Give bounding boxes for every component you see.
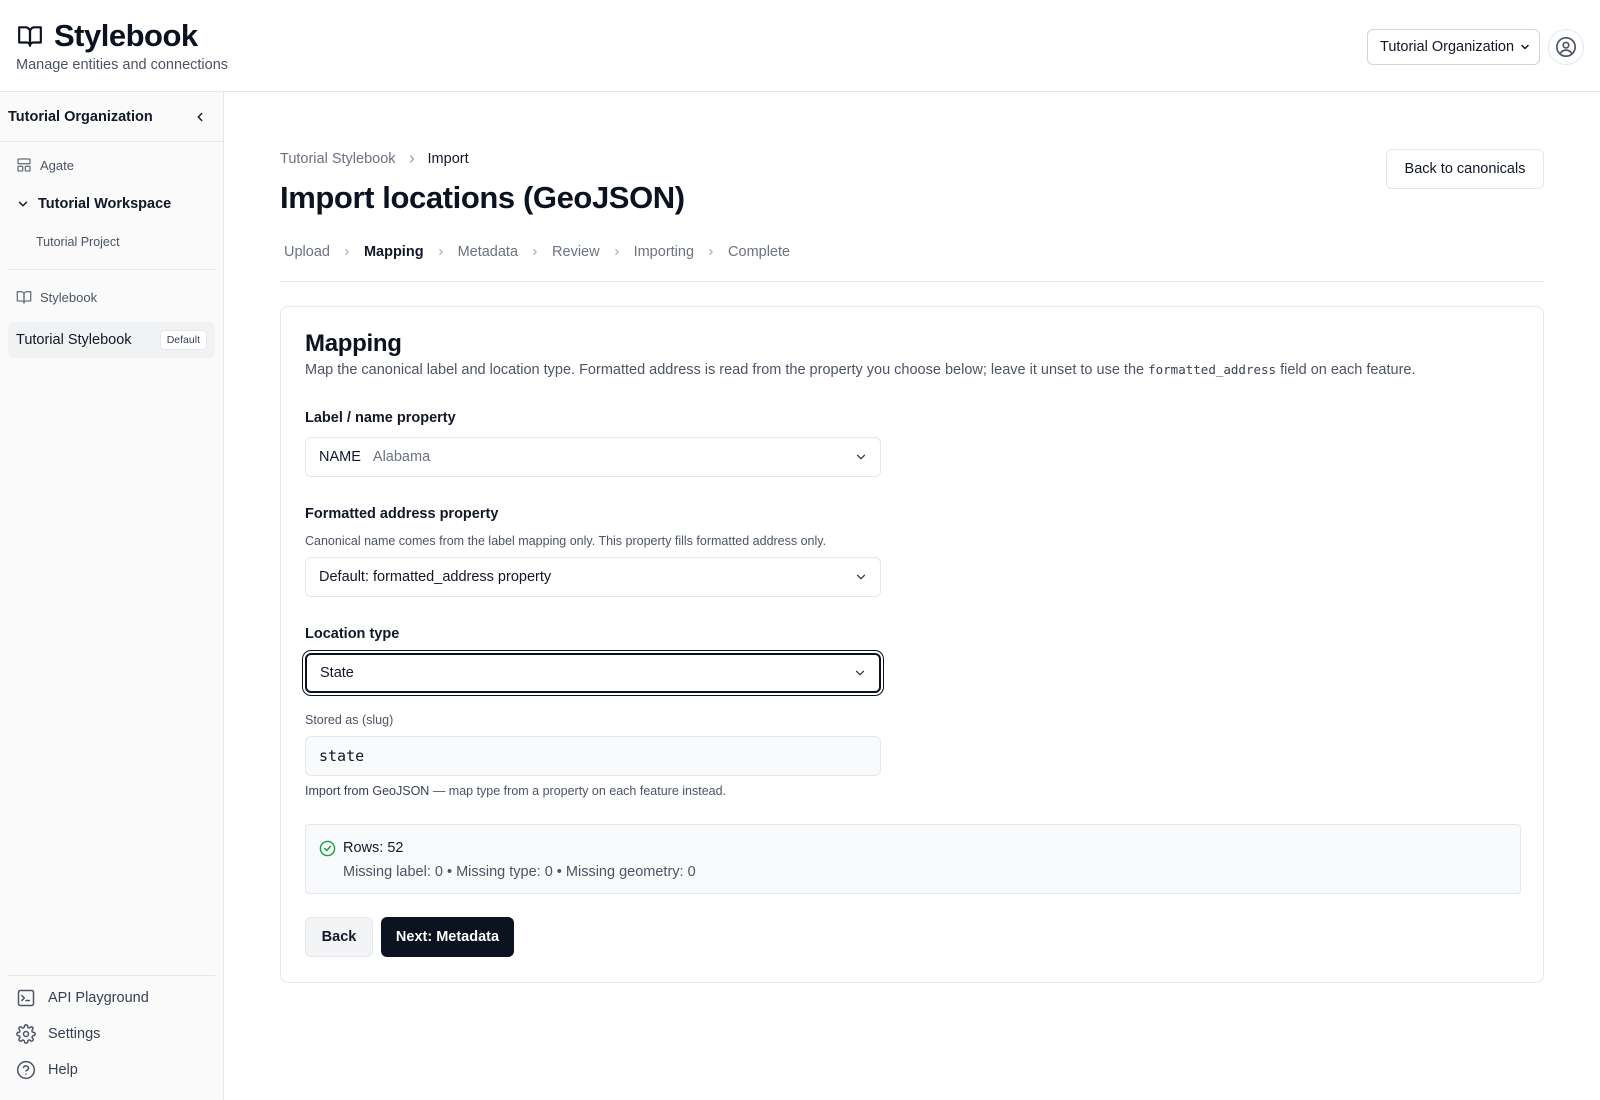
description-code: formatted_address: [1148, 362, 1277, 377]
terminal-icon: [16, 988, 36, 1008]
layout-icon: [16, 157, 32, 173]
import-geojson-link[interactable]: Import from GeoJSON: [305, 784, 429, 798]
step-importing: Importing: [633, 244, 695, 260]
breadcrumb-current: Import: [427, 151, 469, 167]
collapse-sidebar-icon[interactable]: [193, 110, 207, 124]
address-field-label: Formatted address property: [305, 506, 499, 522]
slug-field: state: [305, 736, 881, 776]
label-field-label: Label / name property: [305, 410, 456, 426]
back-to-canonicals-button[interactable]: Back to canonicals: [1386, 149, 1544, 189]
sidebar-item-help[interactable]: Help: [16, 1060, 78, 1080]
import-note-text: — map type from a property on each featu…: [429, 784, 727, 798]
step-mapping: Mapping: [363, 244, 424, 260]
missing-summary: Missing label: 0 • Missing type: 0 • Mis…: [343, 864, 696, 880]
sidebar-item-agate[interactable]: Agate: [16, 157, 74, 173]
address-property-value: Default: formatted_address property: [319, 569, 552, 585]
location-type-select[interactable]: State: [305, 653, 881, 693]
sidebar-item-settings[interactable]: Settings: [16, 1024, 100, 1044]
sidebar: Tutorial Organization Agate Tutorial Wor…: [0, 92, 224, 1100]
user-menu-button[interactable]: [1548, 29, 1584, 65]
chevron-down-icon: [854, 450, 868, 464]
label-property-select[interactable]: NAME Alabama: [305, 437, 881, 477]
sidebar-divider: [8, 269, 215, 270]
chevron-down-icon: [853, 666, 867, 680]
app-title: Stylebook: [54, 18, 198, 53]
check-circle-icon: [319, 840, 336, 857]
app-header: Stylebook Manage entities and connection…: [0, 0, 1600, 92]
sidebar-item-label: API Playground: [48, 990, 149, 1006]
chevron-right-icon: [342, 247, 352, 257]
label-property-sample: Alabama: [372, 449, 431, 465]
sidebar-org-name: Tutorial Organization: [8, 108, 153, 125]
chevron-right-icon: [530, 247, 540, 257]
sidebar-item-label: Tutorial Workspace: [38, 196, 172, 212]
brand: Stylebook: [16, 18, 198, 54]
label-property-key: NAME: [319, 449, 361, 465]
validation-summary: Rows: 52 Missing label: 0 • Missing type…: [305, 824, 1521, 894]
sidebar-section-label: Stylebook: [40, 289, 98, 305]
chevron-right-icon: [612, 247, 622, 257]
import-note: Import from GeoJSON — map type from a pr…: [305, 784, 726, 798]
back-button[interactable]: Back: [305, 917, 373, 957]
next-metadata-button[interactable]: Next: Metadata: [381, 917, 514, 957]
chevron-down-icon: [16, 197, 30, 211]
step-metadata: Metadata: [457, 244, 519, 260]
steps-divider: [280, 281, 1544, 282]
location-type-label: Location type: [305, 626, 400, 642]
breadcrumb-parent-link[interactable]: Tutorial Stylebook: [280, 151, 396, 167]
sidebar-item-workspace[interactable]: Tutorial Workspace: [16, 196, 171, 212]
chevron-right-icon: [406, 153, 418, 165]
app-subtitle: Manage entities and connections: [16, 57, 229, 73]
book-open-icon: [16, 289, 32, 305]
sidebar-item-api-playground[interactable]: API Playground: [16, 988, 149, 1008]
mapping-card: Mapping Map the canonical label and loca…: [280, 306, 1544, 983]
gear-icon: [16, 1024, 36, 1044]
sidebar-item-project[interactable]: Tutorial Project: [36, 235, 120, 249]
user-circle-icon: [1555, 36, 1577, 58]
description-text: Map the canonical label and location typ…: [305, 362, 1149, 378]
card-description: Map the canonical label and location typ…: [305, 362, 1525, 378]
chevron-down-icon: [1519, 41, 1531, 53]
chevron-right-icon: [706, 247, 716, 257]
sidebar-item-tutorial-stylebook[interactable]: Tutorial Stylebook Default: [8, 322, 215, 358]
sidebar-item-label: Settings: [48, 1026, 101, 1042]
step-upload: Upload: [284, 244, 330, 260]
sidebar-org-header: Tutorial Organization: [0, 92, 223, 142]
sidebar-divider: [8, 975, 215, 976]
slug-label: Stored as (slug): [305, 713, 394, 727]
chevron-down-icon: [854, 570, 868, 584]
step-review: Review: [552, 244, 600, 260]
sidebar-item-label: Agate: [40, 157, 74, 173]
address-field-help: Canonical name comes from the label mapp…: [305, 534, 827, 548]
sidebar-item-label: Help: [48, 1062, 78, 1078]
page-title: Import locations (GeoJSON): [280, 180, 685, 215]
help-circle-icon: [16, 1060, 36, 1080]
step-complete: Complete: [728, 244, 791, 260]
card-title: Mapping: [305, 330, 402, 357]
book-open-icon: [16, 23, 44, 49]
address-property-select[interactable]: Default: formatted_address property: [305, 557, 881, 597]
label-property-value: NAME Alabama: [319, 449, 430, 465]
row-count: Rows: 52: [343, 840, 404, 856]
chevron-right-icon: [436, 247, 446, 257]
organization-select[interactable]: Tutorial Organization: [1367, 29, 1540, 65]
sidebar-section-stylebook: Stylebook: [16, 289, 97, 305]
sidebar-item-label: Tutorial Stylebook: [16, 332, 132, 348]
location-type-value: State: [320, 665, 354, 681]
description-text-end: field on each feature.: [1276, 362, 1416, 378]
import-steps: Upload Mapping Metadata Review Importing…: [284, 244, 790, 260]
breadcrumb: Tutorial Stylebook Import: [280, 151, 469, 167]
organization-select-value: Tutorial Organization: [1380, 39, 1515, 55]
default-badge: Default: [159, 330, 207, 350]
